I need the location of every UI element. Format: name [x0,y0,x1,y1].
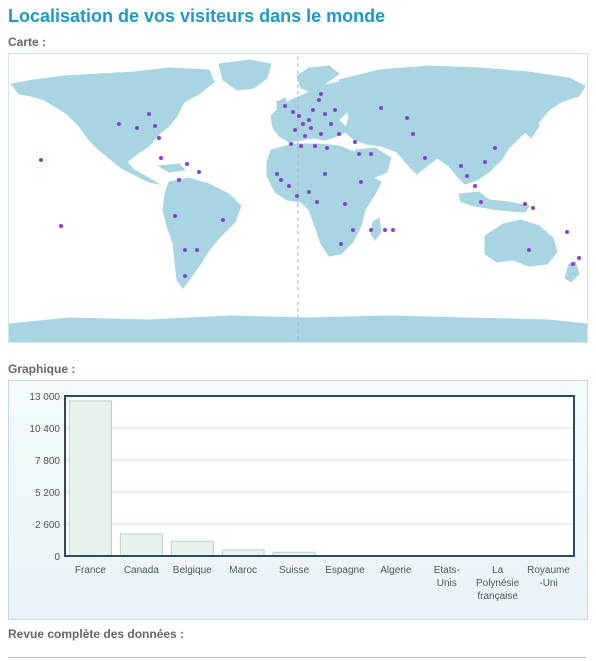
y-tick-label: 2 600 [35,520,60,531]
south-america-shape [162,177,242,289]
review-section-label[interactable]: Revue complète des données : [8,627,184,641]
bar [170,540,214,557]
plot-area [65,396,574,556]
x-tick-label: Algerie [380,565,412,576]
australia-shape [484,219,558,267]
x-tick-label: française [477,591,518,602]
map-section-label: Carte : [8,35,47,49]
caribbean-shape [157,163,187,173]
x-tick-label: Royaume [527,565,570,576]
world-map[interactable] [8,53,588,343]
y-tick-label: 0 [54,552,60,563]
x-tick-label: La [492,565,504,576]
north-america-shape [10,67,215,185]
x-tick-label: Canada [124,565,159,576]
x-tick-label: Suisse [279,565,309,576]
page-title: Localisation de vos visiteurs dans le mo… [8,6,386,26]
greenland-shape [218,59,272,91]
y-tick-label: 5 200 [35,488,60,499]
x-tick-label: Unis [437,578,457,589]
indonesia-shape [458,191,530,213]
x-tick-label: Belgique [173,565,212,576]
x-tick-label: Espagne [325,565,365,576]
chart-panel: 0 2 600 5 200 7 800 10 400 13 000 France Canada… [8,380,588,620]
bar [119,533,163,557]
y-tick-label: 7 800 [35,456,60,467]
world-map-canvas [8,56,588,343]
chart-section-label: Graphique : [8,362,76,376]
bottom-divider [8,657,586,658]
x-tick-label: France [75,565,107,576]
x-tick-label: Polynésie [476,578,520,589]
x-tick-label: Maroc [229,565,257,576]
x-tick-label: Etats- [434,565,460,576]
continents [8,59,588,343]
x-tick-label: -Uni [539,578,557,589]
bar-chart: 0 2 600 5 200 7 800 10 400 13 000 France Canada… [29,392,575,602]
bar [68,400,112,557]
y-tick-label: 10 400 [29,424,60,435]
y-tick-label: 13 000 [29,392,60,403]
